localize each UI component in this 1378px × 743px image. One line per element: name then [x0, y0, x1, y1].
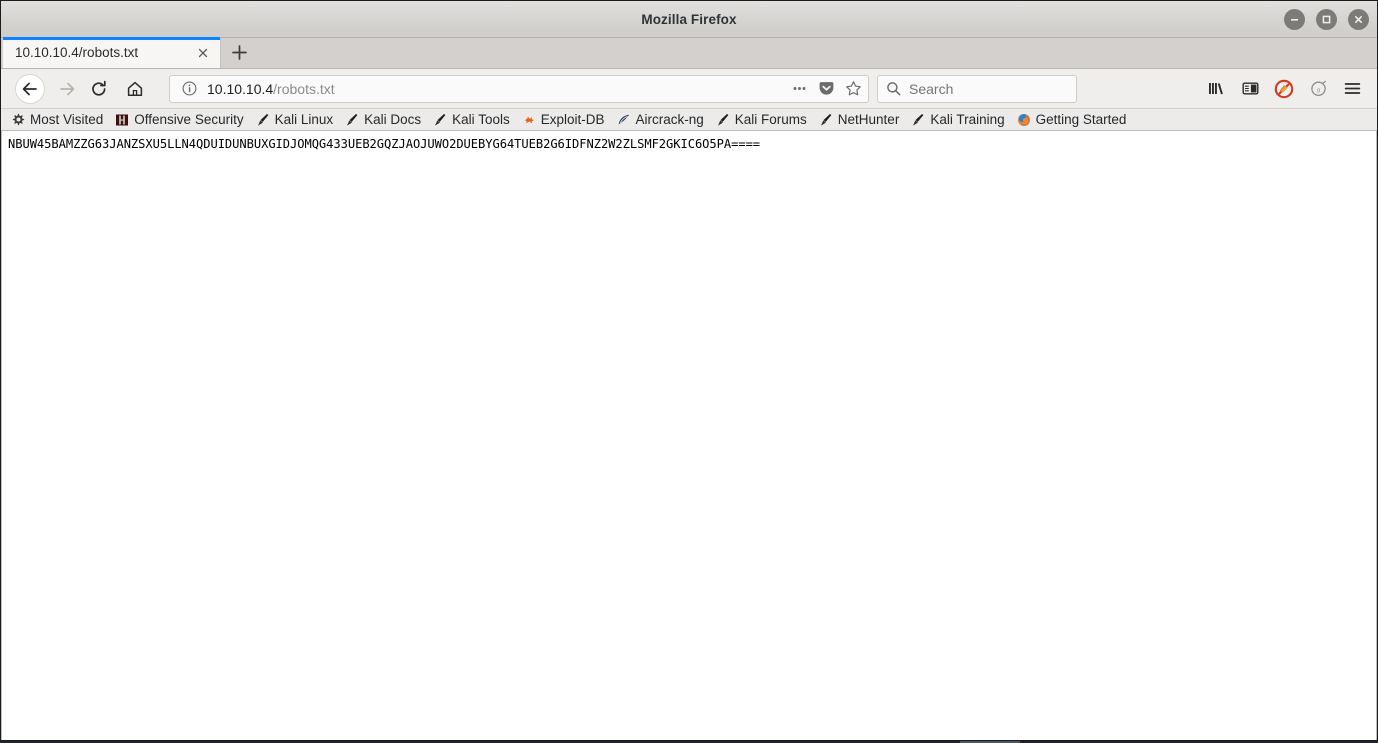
window-controls	[1284, 1, 1369, 38]
search-icon	[886, 81, 901, 96]
bookmark-label: Kali Docs	[364, 112, 422, 127]
window-title: Mozilla Firefox	[641, 11, 737, 27]
arrow-right-icon	[60, 82, 75, 95]
page-content-area: NBUW45BAMZZG63JANZSXU5LLN4QDUIDUNBUXGIDJ…	[1, 131, 1377, 740]
bookmark-label: NetHunter	[837, 112, 900, 127]
toolbar-right-actions: g	[1199, 73, 1369, 105]
tab-label: 10.10.10.4/robots.txt	[15, 45, 139, 60]
bookmark-label: Getting Started	[1035, 112, 1127, 127]
bookmark-label: Kali Training	[930, 112, 1005, 127]
noscript-icon[interactable]	[1267, 73, 1301, 105]
new-tab-button[interactable]	[221, 37, 257, 68]
url-path: /robots.txt	[273, 80, 335, 97]
tab-robots-txt[interactable]: 10.10.10.4/robots.txt	[3, 37, 221, 68]
bookmarks-toolbar: Most Visited Offensive Security Kali Lin…	[1, 109, 1377, 131]
bookmark-nethunter[interactable]: NetHunter	[813, 110, 906, 130]
robots-txt-body: NBUW45BAMZZG63JANZSXU5LLN4QDUIDUNBUXGIDJ…	[8, 137, 761, 151]
kali-icon	[433, 113, 447, 127]
kali-icon	[716, 113, 730, 127]
firefox-icon	[1017, 113, 1031, 127]
url-bar[interactable]: 10.10.10.4/robots.txt	[169, 74, 869, 103]
hamburger-menu-icon[interactable]	[1335, 73, 1369, 105]
bookmark-kali-docs[interactable]: Kali Docs	[339, 110, 427, 130]
bookmark-label: Kali Forums	[734, 112, 807, 127]
reload-icon	[92, 80, 106, 96]
bookmark-getting-started[interactable]: Getting Started	[1011, 110, 1133, 130]
bookmark-kali-training[interactable]: Kali Training	[905, 110, 1010, 130]
bookmark-star-icon[interactable]	[845, 80, 862, 97]
library-icon[interactable]	[1199, 73, 1233, 105]
back-button[interactable]	[15, 73, 45, 104]
svg-text:g: g	[1316, 88, 1319, 94]
url-text: 10.10.10.4/robots.txt	[207, 81, 783, 97]
maximize-button[interactable]	[1316, 9, 1337, 30]
maximize-icon	[1322, 15, 1331, 24]
sidebar-icon[interactable]	[1233, 73, 1267, 105]
bookmark-label: Exploit-DB	[540, 112, 605, 127]
minimize-button[interactable]	[1284, 9, 1305, 30]
page-actions-icon[interactable]	[791, 80, 808, 97]
bookmark-most-visited[interactable]: Most Visited	[5, 110, 109, 130]
close-button[interactable]	[1348, 9, 1369, 30]
forward-button[interactable]	[51, 73, 83, 105]
url-host: 10.10.10.4	[207, 80, 274, 97]
extension-icon[interactable]: g	[1301, 73, 1335, 105]
tab-close-icon[interactable]	[194, 44, 212, 62]
bookmark-label: Offensive Security	[134, 112, 244, 127]
arrow-left-icon	[22, 82, 37, 95]
bookmark-kali-linux[interactable]: Kali Linux	[250, 110, 340, 130]
bookmark-exploit-db[interactable]: Exploit-DB	[516, 110, 611, 130]
home-icon	[127, 81, 143, 96]
reload-button[interactable]	[83, 73, 115, 105]
window-titlebar: Mozilla Firefox	[1, 1, 1377, 38]
info-icon[interactable]	[180, 80, 198, 98]
firefox-window: Mozilla Firefox 10.10.10.4/robots.txt 10…	[0, 0, 1378, 741]
bookmark-label: Kali Linux	[274, 112, 334, 127]
navigation-toolbar: 10.10.10.4/robots.txt Search g	[1, 69, 1377, 109]
tab-strip: 10.10.10.4/robots.txt	[1, 37, 1377, 69]
kali-icon	[819, 113, 833, 127]
kali-icon	[911, 113, 925, 127]
exploitdb-icon	[522, 113, 536, 127]
minimize-icon	[1291, 19, 1298, 21]
home-button[interactable]	[119, 73, 151, 105]
bookmark-kali-forums[interactable]: Kali Forums	[710, 110, 813, 130]
search-bar[interactable]	[877, 74, 1077, 103]
desktop-background: Mozilla Firefox 10.10.10.4/robots.txt 10…	[0, 0, 1378, 743]
kali-icon	[256, 113, 270, 127]
close-icon	[1355, 16, 1362, 23]
bookmark-aircrack-ng[interactable]: Aircrack-ng	[611, 110, 710, 130]
kali-icon	[345, 113, 359, 127]
plus-icon	[231, 45, 247, 60]
offsec-icon	[115, 113, 129, 127]
aircrack-icon	[617, 113, 631, 127]
gear-icon	[11, 113, 25, 127]
pocket-icon[interactable]	[818, 80, 835, 97]
search-input[interactable]	[909, 80, 1068, 97]
bookmark-offensive-security[interactable]: Offensive Security	[109, 110, 249, 130]
bookmark-label: Kali Tools	[452, 112, 510, 127]
bookmark-kali-tools[interactable]: Kali Tools	[427, 110, 516, 130]
url-bar-actions	[783, 80, 862, 97]
bookmark-label: Aircrack-ng	[635, 112, 704, 127]
bookmark-label: Most Visited	[30, 112, 104, 127]
